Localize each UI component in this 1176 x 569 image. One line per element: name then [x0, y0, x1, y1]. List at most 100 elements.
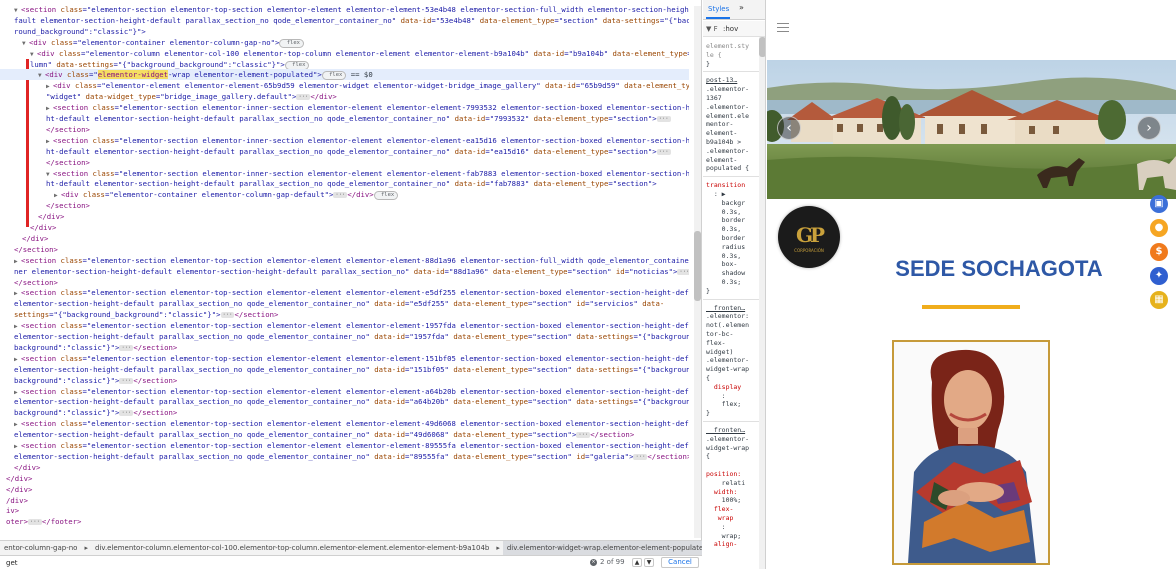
ellipsis-button[interactable]: ···	[633, 453, 648, 460]
expand-toggle-icon[interactable]: ▶	[54, 190, 61, 200]
dom-node-line[interactable]: round_background":"classic"}">	[0, 26, 689, 37]
dom-node-line[interactable]: elementor-section-height-default paralla…	[0, 331, 689, 342]
dom-node-line[interactable]: ht-default elementor-section-height-defa…	[0, 178, 689, 189]
breadcrumb-item-active[interactable]: div.elementor-widget-wrap.elementor-elem…	[502, 541, 702, 555]
dom-node-line[interactable]: ▶ <div class="elementor-container element…	[0, 189, 689, 201]
expand-toggle-icon[interactable]: ▶	[14, 354, 21, 364]
stylesheet-link[interactable]: fronten…	[706, 304, 758, 312]
expand-toggle-icon[interactable]: ▼	[14, 5, 21, 15]
expand-toggle-icon[interactable]: ▶	[46, 81, 53, 91]
dom-node-line[interactable]: </div>	[0, 473, 689, 484]
ellipsis-button[interactable]: ···	[677, 268, 689, 275]
previous-match-button[interactable]: ▲	[632, 558, 642, 567]
dom-node-line[interactable]: elementor-section-height-default paralla…	[0, 396, 689, 407]
dom-node-line[interactable]: ht-default elementor-section-height-defa…	[0, 113, 689, 124]
dom-node-line[interactable]: </section>	[0, 277, 689, 288]
dom-node-line[interactable]: ▼ <section class="elementor-section eleme…	[0, 4, 689, 15]
expand-toggle-icon[interactable]: ▼	[22, 38, 29, 48]
breadcrumb-item[interactable]: entor-column-gap-no	[0, 541, 81, 555]
dom-node-line[interactable]: ▶ <section class="elementor-section eleme…	[0, 102, 689, 113]
devtools-elements-panel[interactable]: ▼ <section class="elementor-section eleme…	[0, 0, 702, 540]
dom-node-line[interactable]: </section>	[0, 244, 689, 255]
clear-search-icon[interactable]: ×	[590, 559, 597, 566]
flex-badge[interactable]: flex	[373, 191, 399, 201]
dom-node-line[interactable]: background":"classic"}"> ··· </section>	[0, 342, 689, 353]
dom-node-line[interactable]: background":"classic"}"> ··· </section>	[0, 407, 689, 418]
dom-node-line[interactable]: ▶ <section class="elementor-section eleme…	[0, 353, 689, 364]
dom-node-line[interactable]: ▼ <div class="elementor-container element…	[0, 37, 689, 48]
ellipsis-button[interactable]: ···	[119, 410, 134, 417]
building-icon[interactable]: ▣	[1150, 195, 1168, 213]
ellipsis-button[interactable]: ···	[296, 94, 311, 101]
dom-node-line[interactable]: </div>	[0, 222, 689, 233]
handshake-icon[interactable]: ✦	[1150, 267, 1168, 285]
search-input[interactable]	[6, 556, 566, 569]
ellipsis-button[interactable]: ···	[220, 312, 235, 319]
dom-node-line[interactable]: lumn" data-settings="{"background_backgr…	[0, 59, 689, 70]
ellipsis-button[interactable]: ···	[656, 148, 671, 155]
ellipsis-button[interactable]: ···	[119, 344, 134, 351]
hover-state-toggle[interactable]: :hov	[723, 25, 738, 33]
flex-badge[interactable]: flex	[284, 60, 310, 70]
elements-scrollbar[interactable]	[694, 6, 701, 538]
dom-node-line[interactable]: elementor-section-height-default paralla…	[0, 451, 689, 462]
ellipsis-button[interactable]: ···	[333, 192, 348, 199]
menu-icon[interactable]	[777, 23, 789, 32]
dom-node-line[interactable]: </div>	[0, 211, 689, 222]
ellipsis-button[interactable]: ···	[656, 116, 671, 122]
expand-toggle-icon[interactable]: ▼	[30, 49, 37, 59]
dom-node-line[interactable]: </section>	[0, 200, 689, 211]
gallery-next-button[interactable]: ›	[1137, 116, 1161, 140]
dollar-icon[interactable]: $	[1150, 243, 1168, 261]
dom-node-line[interactable]: </div>	[0, 233, 689, 244]
calendar-icon[interactable]: ▦	[1150, 291, 1168, 309]
dom-node-line[interactable]: ▶ <section class="elementor-section eleme…	[0, 135, 689, 146]
dom-node-line[interactable]: ▶ <section class="elementor-section eleme…	[0, 440, 689, 451]
dom-node-line[interactable]: </div>	[0, 462, 689, 473]
filter-icon[interactable]: ▼ F	[706, 21, 718, 37]
tab-styles[interactable]: Styles	[708, 5, 729, 13]
expand-toggle-icon[interactable]: ▶	[14, 441, 21, 451]
dom-node-line[interactable]: ▶ <section class="elementor-section eleme…	[0, 386, 689, 397]
logo[interactable]: GP CORPORACIÓN	[778, 206, 840, 268]
dom-node-line[interactable]: iv>	[0, 505, 689, 516]
user-icon[interactable]: ●	[1150, 219, 1168, 237]
next-match-button[interactable]: ▼	[644, 558, 654, 567]
expand-toggle-icon[interactable]: ▶	[14, 288, 21, 298]
dom-node-line[interactable]: ▼ <section class="elementor-section eleme…	[0, 168, 689, 179]
dom-node-line[interactable]: ht-default elementor-section-height-defa…	[0, 146, 689, 157]
dom-node-line[interactable]: ▶ <section class="elementor-section eleme…	[0, 255, 689, 266]
dom-node-line[interactable]: ▼ <div class="elementor-widget-wrap eleme…	[0, 69, 689, 81]
dom-node-line[interactable]: background":"classic"}"> ··· </section>	[0, 375, 689, 386]
dom-node-line[interactable]: ▶ <section class="elementor-section eleme…	[0, 418, 689, 429]
elements-scrollbar-thumb[interactable]	[694, 231, 701, 301]
dom-node-line[interactable]: fault elementor-section-height-default p…	[0, 15, 689, 26]
dom-node-line[interactable]: </section>	[0, 157, 689, 168]
dom-node-line[interactable]: ▶ <section class="elementor-section eleme…	[0, 320, 689, 331]
flex-badge[interactable]: flex	[279, 38, 304, 48]
devtools-styles-panel[interactable]: Styles » ▼ F :hov element.sty le {} post-1…	[703, 0, 766, 569]
expand-toggle-icon[interactable]: ▼	[46, 169, 53, 179]
dom-node-line[interactable]: /div>	[0, 495, 689, 506]
dom-node-line[interactable]: ▼ <div class="elementor-column elementor-…	[0, 48, 689, 59]
stylesheet-link[interactable]: post-13…	[706, 76, 758, 84]
flex-badge[interactable]: flex	[321, 71, 347, 81]
styles-scrollbar-thumb[interactable]	[759, 37, 765, 57]
dom-node-line[interactable]: elementor-section-height-default paralla…	[0, 364, 689, 375]
dom-node-line[interactable]: ner elementor-section-height-default ele…	[0, 266, 689, 277]
dom-node-line[interactable]: </div>	[0, 484, 689, 495]
ellipsis-button[interactable]: ···	[576, 432, 591, 439]
expand-toggle-icon[interactable]: ▶	[46, 103, 53, 113]
ellipsis-button[interactable]: ···	[119, 377, 134, 384]
dom-node-line[interactable]	[0, 527, 689, 538]
expand-toggle-icon[interactable]: ▶	[14, 256, 21, 266]
stylesheet-link[interactable]: fronten…	[706, 426, 758, 434]
dom-node-line[interactable]: oter> ··· </footer>	[0, 516, 689, 527]
dom-node-line[interactable]: settings="{"background_background":"clas…	[0, 309, 689, 320]
ellipsis-button[interactable]: ···	[27, 519, 42, 526]
breadcrumb-item[interactable]: div.elementor-column.elementor-col-100.e…	[91, 541, 493, 555]
dom-node-line[interactable]: elementor-section-height-default paralla…	[0, 298, 689, 309]
cancel-search-button[interactable]: Cancel	[661, 557, 699, 568]
expand-toggle-icon[interactable]: ▶	[46, 136, 53, 146]
expand-toggle-icon[interactable]: ▶	[14, 419, 21, 429]
